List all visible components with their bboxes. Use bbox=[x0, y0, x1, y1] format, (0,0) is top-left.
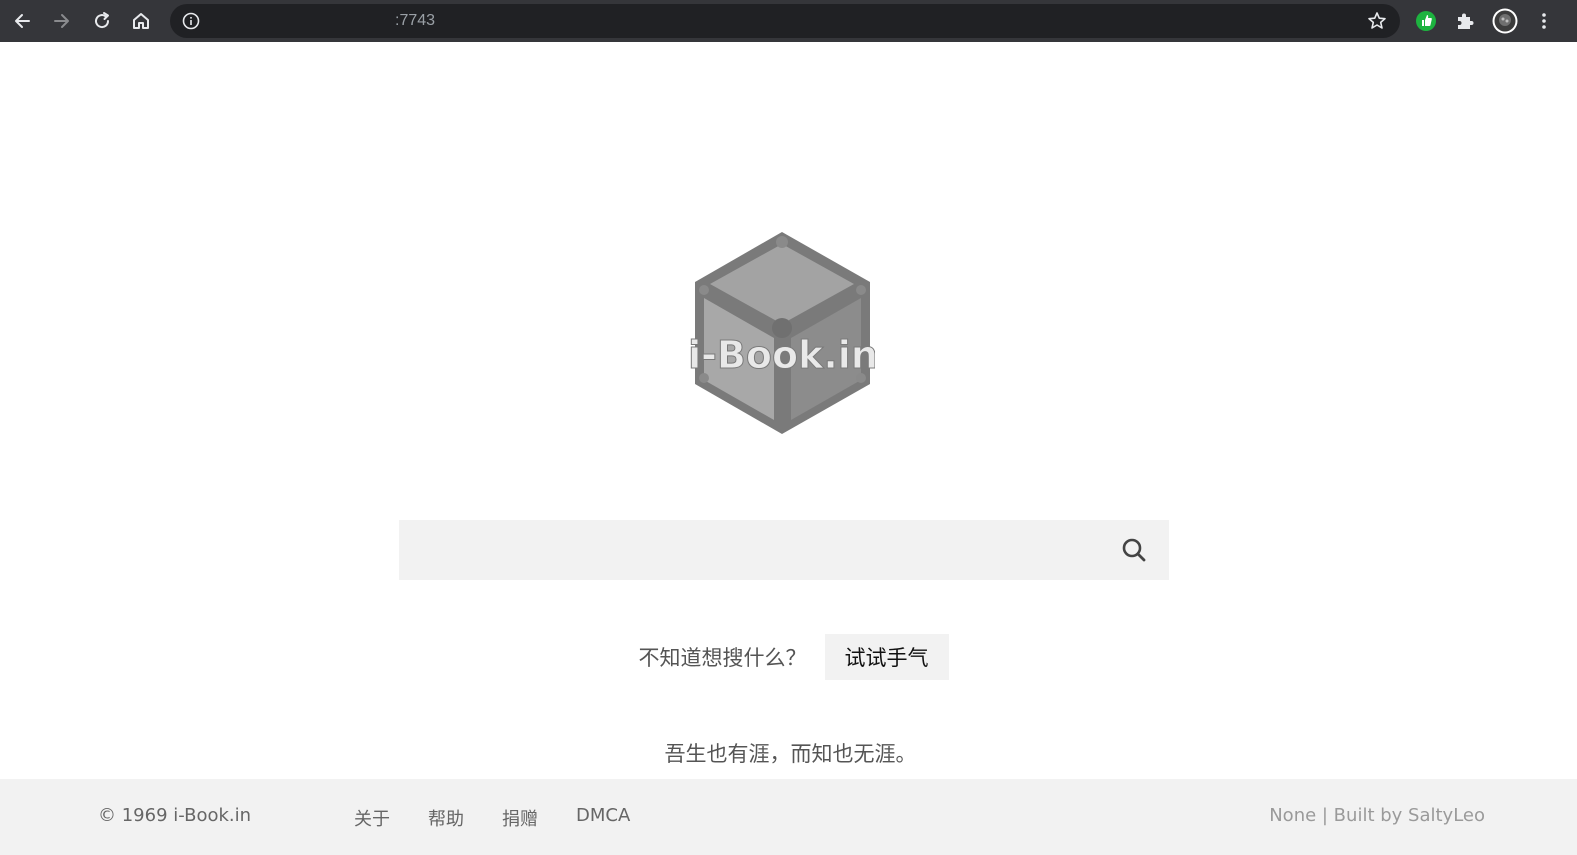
lucky-row: 不知道想搜什么？ 试试手气 bbox=[0, 634, 1577, 680]
browser-menu-button[interactable] bbox=[1530, 7, 1558, 35]
url-text[interactable]: :7743 bbox=[395, 12, 435, 30]
puzzle-extension-icon bbox=[1458, 13, 1474, 29]
footer-link-dmca[interactable]: DMCA bbox=[576, 805, 630, 831]
address-bar[interactable]: :7743 bbox=[170, 4, 1400, 38]
profile-avatar-icon bbox=[1492, 8, 1518, 34]
footer-link-donate[interactable]: 捐赠 bbox=[502, 805, 538, 831]
site-logo[interactable]: i-Book.in bbox=[688, 228, 878, 438]
forward-button[interactable] bbox=[48, 7, 76, 35]
bookmark-star-icon[interactable] bbox=[1366, 10, 1388, 32]
forward-arrow-icon bbox=[54, 14, 69, 28]
kebab-menu-icon bbox=[1542, 13, 1546, 29]
back-arrow-icon bbox=[15, 14, 30, 28]
cube-logo-icon: i-Book.in bbox=[688, 232, 878, 434]
green-extension-icon bbox=[1416, 11, 1436, 31]
footer-link-about[interactable]: 关于 bbox=[354, 805, 390, 831]
reload-button[interactable] bbox=[88, 7, 116, 35]
back-button[interactable] bbox=[8, 7, 36, 35]
search-button[interactable] bbox=[1119, 535, 1149, 565]
copyright-text: © 1969 i-Book.in bbox=[98, 805, 252, 826]
footer-links: 关于 帮助 捐赠 DMCA bbox=[354, 805, 668, 831]
lucky-prompt: 不知道想搜什么？ bbox=[638, 646, 807, 670]
browser-toolbar: :7743 bbox=[0, 0, 1577, 42]
logo-text: i-Book.in bbox=[690, 333, 875, 377]
extensions-button[interactable] bbox=[1451, 7, 1479, 35]
search-input[interactable] bbox=[399, 520, 1099, 580]
lucky-button[interactable]: 试试手气 bbox=[824, 634, 949, 680]
footer: © 1969 i-Book.in 关于 帮助 捐赠 DMCA None | Bu… bbox=[0, 779, 1577, 855]
search-bar bbox=[399, 520, 1169, 580]
motto-text: 吾生也有涯，而知也无涯。 bbox=[664, 742, 917, 766]
reload-icon bbox=[95, 12, 110, 29]
profile-button[interactable] bbox=[1491, 7, 1519, 35]
green-extension-button[interactable] bbox=[1412, 7, 1440, 35]
footer-link-help[interactable]: 帮助 bbox=[428, 805, 464, 831]
built-by-text: None | Built by SaltyLeo bbox=[1269, 805, 1485, 826]
info-icon[interactable] bbox=[180, 10, 202, 32]
search-icon bbox=[1122, 538, 1146, 562]
home-icon bbox=[133, 13, 149, 29]
home-button[interactable] bbox=[127, 7, 155, 35]
